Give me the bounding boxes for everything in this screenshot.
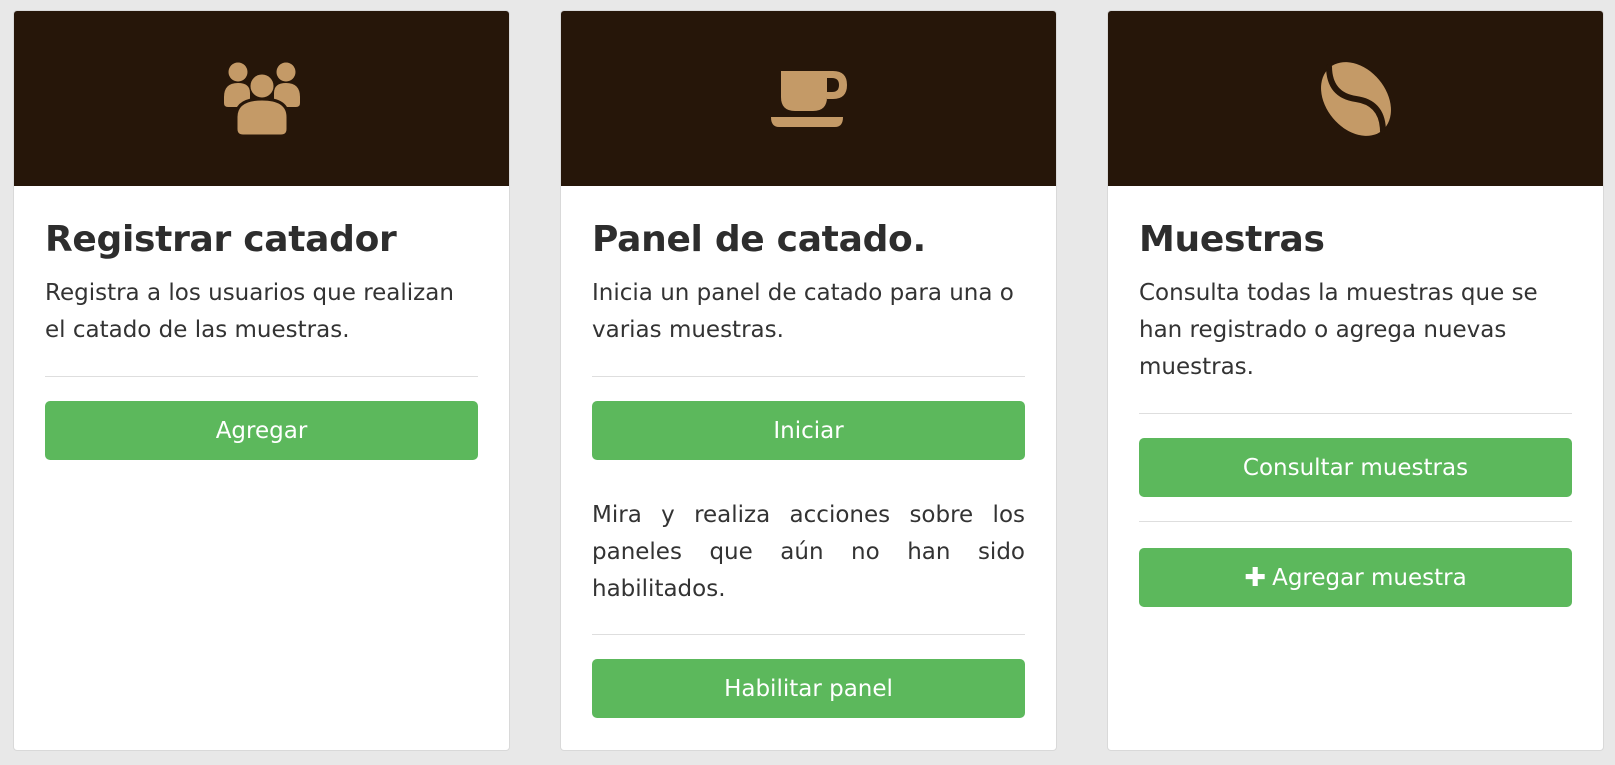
card-description: Registra a los usuarios que realizan el … — [45, 280, 454, 343]
card-body: Registrar catador Registra a los usuario… — [14, 186, 509, 460]
cards-container: Registrar catador Registra a los usuario… — [0, 0, 1615, 765]
card-description: Consulta todas la muestras que se han re… — [1139, 280, 1538, 380]
card-registrar-catador: Registrar catador Registra a los usuario… — [13, 10, 510, 751]
coffee-bean-icon — [1316, 59, 1396, 139]
agregar-muestra-button[interactable]: ✚ Agregar muestra — [1139, 548, 1572, 607]
divider — [1139, 413, 1572, 414]
card-title: Muestras — [1139, 219, 1325, 260]
card-body: Muestras Consulta todas la muestras que … — [1108, 186, 1603, 607]
card-panel-de-catado: Panel de catado. Inicia un panel de cata… — [560, 10, 1057, 751]
divider — [1139, 521, 1572, 522]
card-title: Panel de catado. — [592, 219, 926, 260]
divider — [592, 634, 1025, 635]
agregar-catador-button[interactable]: Agregar — [45, 401, 478, 460]
agregar-muestra-label: Agregar muestra — [1272, 564, 1467, 591]
divider — [592, 376, 1025, 377]
card-header — [14, 11, 509, 186]
plus-icon: ✚ — [1244, 562, 1267, 593]
divider — [45, 376, 478, 377]
iniciar-panel-button[interactable]: Iniciar — [592, 401, 1025, 460]
card-header — [561, 11, 1056, 186]
card-title: Registrar catador — [45, 219, 397, 260]
consultar-muestras-button[interactable]: Consultar muestras — [1139, 438, 1572, 497]
habilitar-panel-button[interactable]: Habilitar panel — [592, 659, 1025, 718]
card-description: Inicia un panel de catado para una o var… — [592, 280, 1014, 343]
card-header — [1108, 11, 1603, 186]
card-secondary-description: Mira y realiza acciones sobre los panele… — [592, 502, 1025, 602]
card-body: Panel de catado. Inicia un panel de cata… — [561, 186, 1056, 718]
coffee-cup-icon — [769, 67, 849, 131]
users-icon — [222, 61, 302, 137]
card-muestras: Muestras Consulta todas la muestras que … — [1107, 10, 1604, 751]
